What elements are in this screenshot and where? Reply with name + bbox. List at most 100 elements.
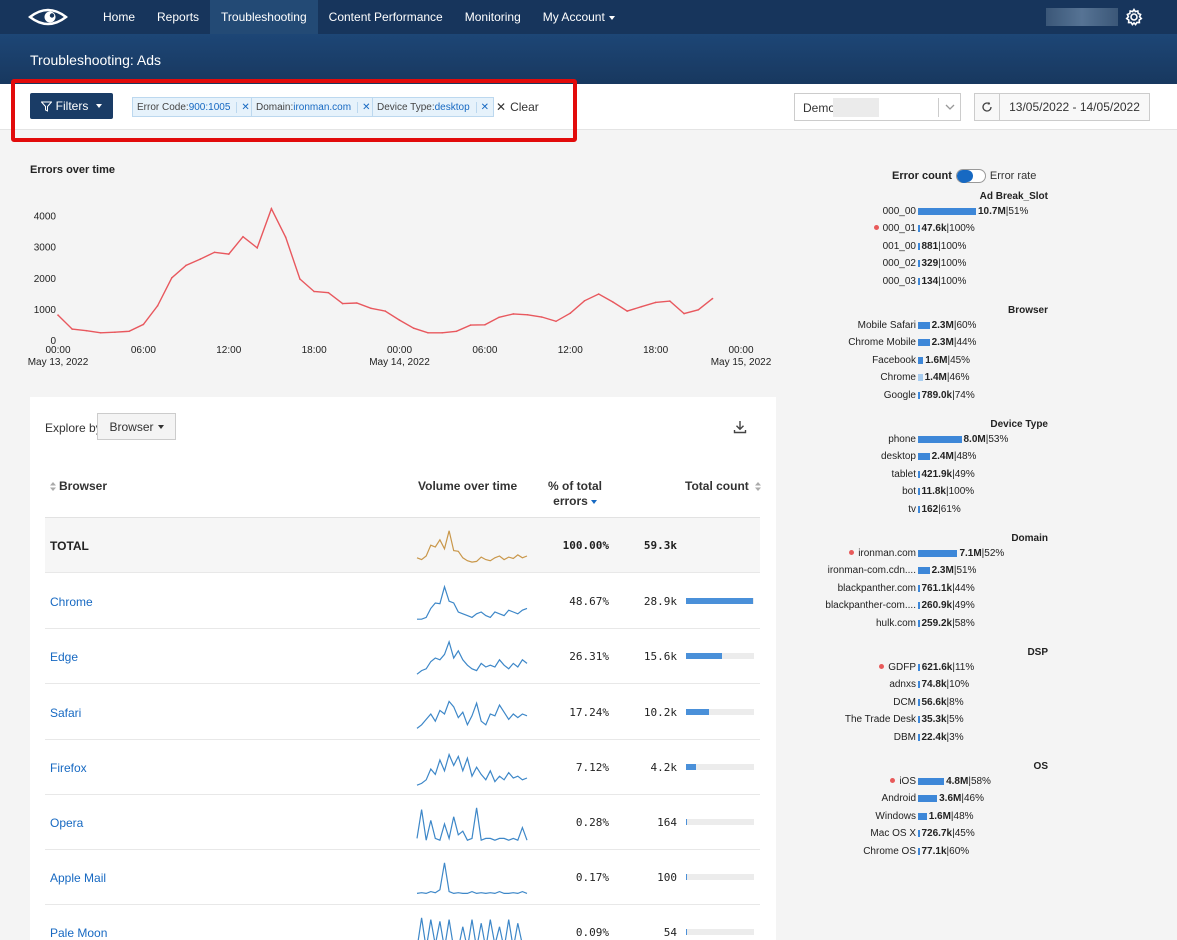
dimension-row-label[interactable]: 000_00 [883,206,916,217]
dimension-row-label[interactable]: DCM [893,697,916,708]
dimension-row[interactable]: DBM 22.4k|3% [790,731,1090,745]
table-row[interactable]: Opera 0.28% 164 [45,795,760,850]
dimension-row[interactable]: Mac OS X 726.7k|45% [790,827,1090,841]
browser-link[interactable]: Chrome [50,595,93,609]
download-icon[interactable] [732,419,748,435]
dimension-row-label[interactable]: Google [884,390,916,401]
dimension-row[interactable]: ironman.com 7.1M|52% [790,547,1090,561]
dimension-row-label[interactable]: Chrome [880,372,916,383]
browser-link[interactable]: Firefox [50,761,87,775]
dimension-row[interactable]: Facebook 1.6M|45% [790,354,1090,368]
dimension-row[interactable]: hulk.com 259.2k|58% [790,617,1090,631]
browser-link[interactable]: Opera [50,816,83,830]
browser-link[interactable]: Edge [50,650,78,664]
dimension-row-label[interactable]: Chrome Mobile [848,337,916,348]
dimension-row-label[interactable]: adnxs [889,679,916,690]
dimension-row-label[interactable]: tv [908,504,916,515]
dimension-row-label[interactable]: tablet [892,469,916,480]
nav-home[interactable]: Home [92,0,146,34]
dimension-row[interactable]: blackpanther.com 761.1k|44% [790,582,1090,596]
gear-icon[interactable] [1124,7,1144,27]
dimension-row[interactable]: iOS 4.8M|58% [790,775,1090,789]
dimension-row[interactable]: adnxs 74.8k|10% [790,678,1090,692]
user-name-redacted[interactable] [1046,8,1118,26]
nav-content-performance[interactable]: Content Performance [318,0,454,34]
dimension-row-label-text: 000_02 [882,258,916,270]
explore-by-dropdown[interactable]: Browser [97,413,176,440]
dimension-row[interactable]: tablet 421.9k|49% [790,468,1090,482]
refresh-button[interactable] [974,93,1000,121]
dimension-row-label[interactable]: Facebook [872,355,916,366]
error-count: 22.4k [921,731,947,743]
data-point [171,277,173,279]
browser-link[interactable]: Pale Moon [50,926,107,940]
dimension-row-label[interactable]: ironman-com.cdn.... [828,565,916,576]
column-header-browser[interactable]: Browser [50,479,107,493]
dimension-row[interactable]: The Trade Desk 35.3k|5% [790,713,1090,727]
dimension-row[interactable]: Chrome Mobile 2.3M|44% [790,336,1090,350]
dimension-row-label[interactable]: Android [882,793,916,804]
dimension-row[interactable]: GDFP 621.6k|11% [790,661,1090,675]
dimension-row[interactable]: 000_01 47.6k|100% [790,222,1090,236]
dimension-row[interactable]: blackpanther-com.... 260.9k|49% [790,599,1090,613]
browser-link[interactable]: Apple Mail [50,871,106,885]
dimension-row-label[interactable]: blackpanther.com [838,583,916,594]
data-point [71,328,73,330]
table-row[interactable]: Apple Mail 0.17% 100 [45,850,760,905]
dimension-row[interactable]: desktop 2.4M|48% [790,450,1090,464]
nav-my-account[interactable]: My Account [532,0,626,34]
dimension-row-label[interactable]: bot [902,486,916,497]
nav-troubleshooting[interactable]: Troubleshooting [210,0,318,34]
table-row[interactable]: Edge 26.31% 15.6k [45,629,760,684]
nav-monitoring[interactable]: Monitoring [454,0,532,34]
dimension-row-label[interactable]: GDFP [879,662,916,673]
dimension-row[interactable]: Chrome OS 77.1k|60% [790,845,1090,859]
dimension-row-label[interactable]: 000_01 [873,223,916,234]
table-row[interactable]: Safari 17.24% 10.2k [45,685,760,740]
dimension-row-label[interactable]: 000_02 [883,258,916,269]
dimension-row[interactable]: 001_00 881|100% [790,240,1090,254]
dimension-row-label[interactable]: ironman.com [849,548,916,559]
dimension-row[interactable]: phone 8.0M|53% [790,433,1090,447]
dimension-row[interactable]: Windows 1.6M|48% [790,810,1090,824]
dimension-row[interactable]: Chrome 1.4M|46% [790,371,1090,385]
share-bar-fill [686,653,722,659]
dimension-row[interactable]: ironman-com.cdn.... 2.3M|51% [790,564,1090,578]
dimension-row-label[interactable]: phone [888,434,916,445]
browser-link[interactable]: Safari [50,706,81,720]
dimension-row[interactable]: 000_03 134|100% [790,275,1090,289]
table-row[interactable]: Firefox 7.12% 4.2k [45,740,760,795]
dimension-row-label[interactable]: blackpanther-com.... [825,600,916,611]
share-bar-fill [686,709,710,715]
dimension-row[interactable]: 000_00 10.7M|51% [790,205,1090,219]
dimension-row-label[interactable]: The Trade Desk [845,714,916,725]
table-row[interactable]: Pale Moon 0.09% 54 [45,905,760,940]
dimension-bar [918,242,920,250]
dimension-row-label[interactable]: DBM [894,732,916,743]
dimension-row[interactable]: bot 11.8k|100% [790,485,1090,499]
nav-reports[interactable]: Reports [146,0,210,34]
eye-logo-icon[interactable] [28,0,70,34]
dimension-row[interactable]: Mobile Safari 2.3M|60% [790,319,1090,333]
dimension-row[interactable]: Google 789.0k|74% [790,389,1090,403]
dimension-row[interactable]: 000_02 329|100% [790,257,1090,271]
dimension-bar [918,322,930,329]
metric-toggle-switch[interactable] [955,169,986,183]
dimension-row-label[interactable]: 001_00 [883,241,916,252]
dimension-row[interactable]: DCM 56.6k|8% [790,696,1090,710]
dimension-row-label[interactable]: hulk.com [876,618,916,629]
dimension-row-label[interactable]: Windows [875,811,916,822]
table-row[interactable]: Chrome 48.67% 28.9k [45,574,760,629]
dimension-row-label[interactable]: Mobile Safari [858,320,916,331]
dimension-row[interactable]: Android 3.6M|46% [790,792,1090,806]
dimension-row-label[interactable]: Chrome OS [863,846,916,857]
column-header-pct-total[interactable]: % of total errors [540,479,610,509]
dimension-row[interactable]: tv 162|61% [790,503,1090,517]
dimension-row-label[interactable]: Mac OS X [870,828,916,839]
dimension-row-label[interactable]: iOS [890,776,916,787]
date-range-picker[interactable]: 13/05/2022 - 14/05/2022 [1000,93,1150,121]
dimension-row-label[interactable]: desktop [881,451,916,462]
account-select[interactable]: Demo [794,93,961,121]
column-header-total-count[interactable]: Total count [685,479,762,493]
dimension-row-label[interactable]: 000_03 [883,276,916,287]
